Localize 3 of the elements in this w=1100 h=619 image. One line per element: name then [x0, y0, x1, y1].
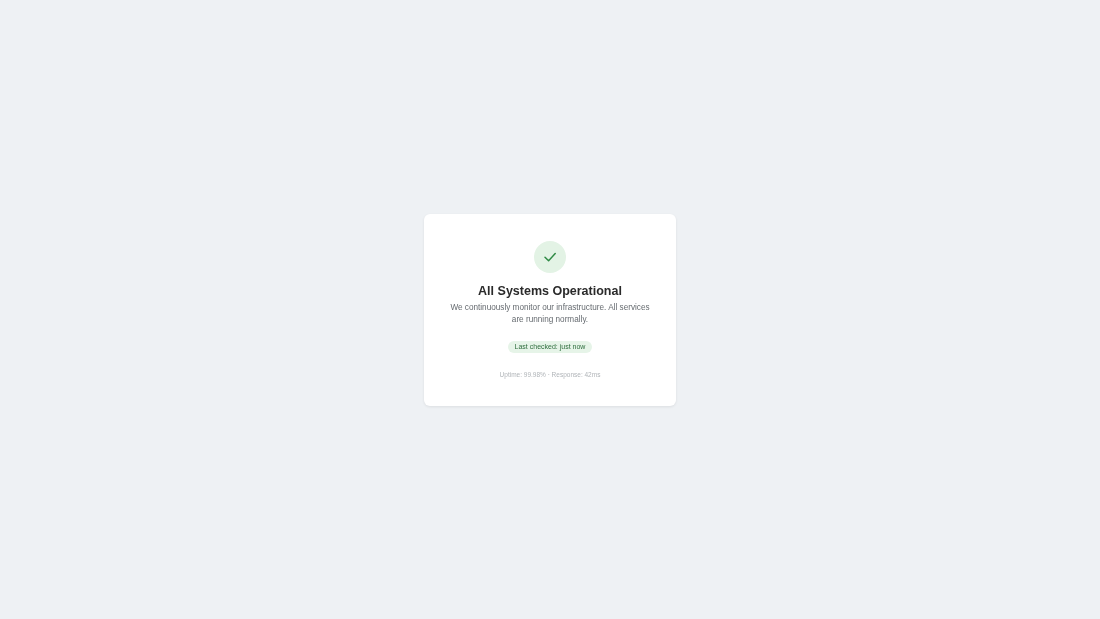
- status-description: We continuously monitor our infrastructure. All services are running normally.: [449, 301, 651, 326]
- check-circle-icon: [534, 240, 566, 273]
- status-title: All Systems Operational: [478, 282, 622, 299]
